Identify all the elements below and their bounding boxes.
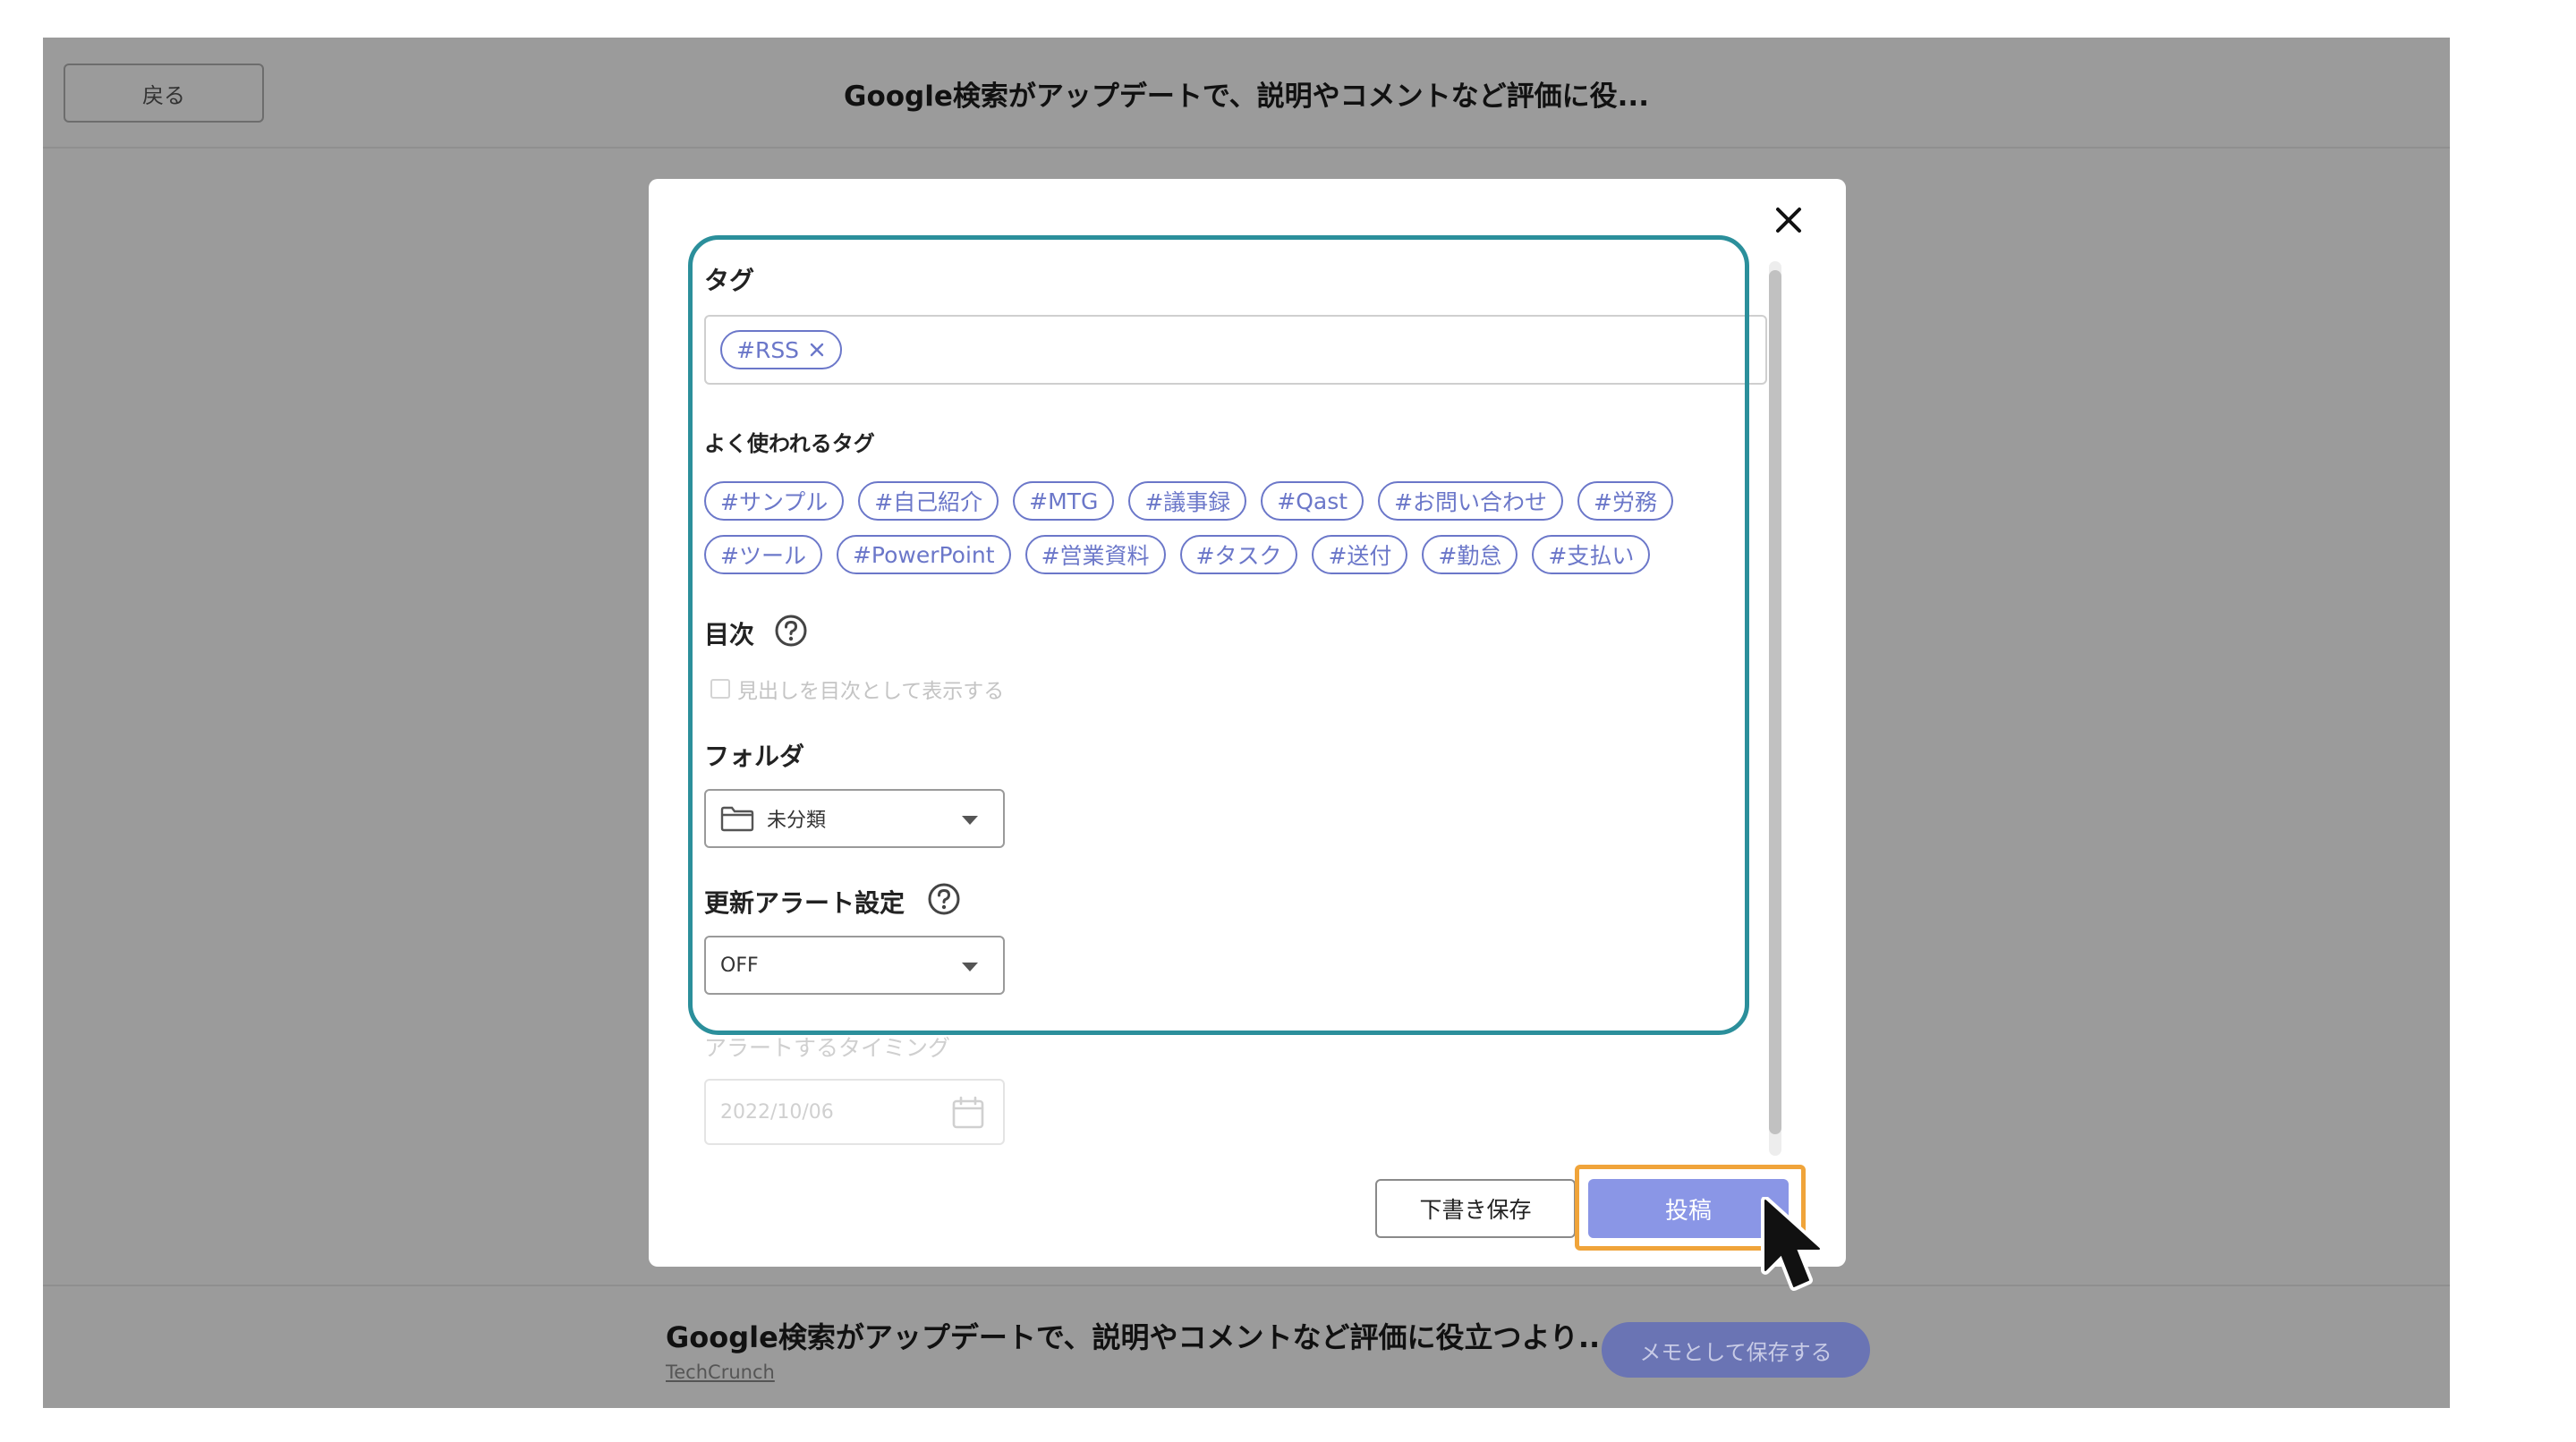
alert-date-value: 2022/10/06 [720,1100,834,1124]
settings-highlight-frame [688,235,1749,1035]
article-title: Google検索がアップデートで、説明やコメントなど評価に役立つより... [666,1320,1611,1354]
calendar-icon[interactable] [951,1096,985,1130]
alert-timing-label: アラートするタイミング [704,1035,951,1061]
save-draft-button[interactable]: 下書き保存 [1375,1179,1576,1238]
alert-date-input[interactable]: 2022/10/06 [704,1079,1005,1145]
app-footer: Google検索がアップデートで、説明やコメントなど評価に役立つより... Te… [43,1285,2450,1408]
article-source-link[interactable]: TechCrunch [666,1361,775,1383]
mouse-pointer-icon [1761,1197,1824,1291]
app-header: 戻る Google検索がアップデートで、説明やコメントなど評価に役... [43,38,2450,148]
save-as-memo-button[interactable]: メモとして保存する [1602,1322,1870,1378]
page-title: Google検索がアップデートで、説明やコメントなど評価に役... [844,81,1649,113]
